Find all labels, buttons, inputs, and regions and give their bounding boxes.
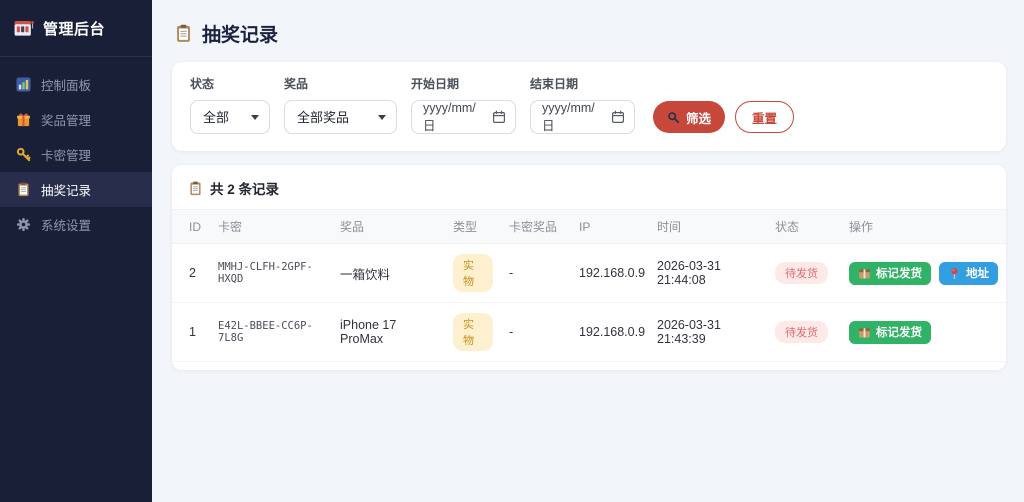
sidebar: 管理后台 控制面板 奖品管理 卡密管理 [0,0,152,502]
cell-time: 2026-03-31 21:43:39 [649,303,767,362]
cell-card-key: MMHJ-CLFH-2GPF-HXQD [210,244,332,303]
cell-id: 2 [172,244,210,303]
page-title-text: 抽奖记录 [202,20,278,47]
magnifier-icon [667,111,680,124]
status-select-wrap: 全部 [190,100,270,134]
cell-card-key: E42L-BBEE-CC6P-7L8G [210,303,332,362]
reset-button[interactable]: 重置 [735,101,794,133]
brand: 管理后台 [0,0,152,57]
col-time: 时间 [649,210,767,244]
type-badge: 实物 [453,313,493,351]
brand-title: 管理后台 [43,18,105,39]
cell-time: 2026-03-31 21:44:08 [649,244,767,303]
mark-shipped-label: 标记发货 [876,265,922,281]
filter-card: 状态 全部 奖品 全部奖品 开始日期 yyyy/mm/日 [172,62,1006,151]
sidebar-nav: 控制面板 奖品管理 卡密管理 抽奖记录 [0,57,152,242]
col-ip: IP [571,210,649,244]
sidebar-item-prizes[interactable]: 奖品管理 [0,102,152,137]
main-content: 抽奖记录 状态 全部 奖品 全部奖品 开始 [152,0,1024,502]
sidebar-item-settings[interactable]: 系统设置 [0,207,152,242]
sidebar-item-dashboard[interactable]: 控制面板 [0,67,152,102]
key-icon [16,147,31,162]
clipboard-icon [174,24,193,43]
calendar-icon[interactable] [611,110,625,124]
cell-ip: 192.168.0.9 [571,244,649,303]
type-badge: 实物 [453,254,493,292]
prize-filter-field: 奖品 全部奖品 [284,75,397,134]
sidebar-item-label: 卡密管理 [41,145,91,164]
end-date-label: 结束日期 [530,75,635,92]
address-label: 地址 [966,265,989,281]
sidebar-item-lottery-records[interactable]: 抽奖记录 [0,172,152,207]
pin-icon [948,267,961,280]
cell-status: 待发货 [767,303,841,362]
cell-ip: 192.168.0.9 [571,303,649,362]
cell-card-prize: - [501,303,571,362]
cell-id: 1 [172,303,210,362]
status-badge: 待发货 [775,321,828,343]
filter-button[interactable]: 筛选 [653,101,725,133]
sidebar-item-label: 控制面板 [41,75,91,94]
records-summary-text: 共 2 条记录 [210,178,279,198]
status-badge: 待发货 [775,262,828,284]
start-date-placeholder: yyyy/mm/日 [423,101,486,134]
cell-type: 实物 [445,303,501,362]
col-id: ID [172,210,210,244]
status-filter-label: 状态 [190,75,270,92]
cell-prize: 一箱饮料 [332,244,445,303]
col-card-key: 卡密 [210,210,332,244]
filter-button-label: 筛选 [686,108,711,127]
col-prize: 奖品 [332,210,445,244]
prize-filter-label: 奖品 [284,75,397,92]
status-select[interactable]: 全部 [190,100,270,134]
sidebar-item-label: 系统设置 [41,215,91,234]
sidebar-item-label: 奖品管理 [41,110,91,129]
prize-select-wrap: 全部奖品 [284,100,397,134]
mark-shipped-label: 标记发货 [876,324,922,340]
records-summary: 共 2 条记录 [172,178,1006,209]
bar-chart-icon [16,77,31,92]
gift-icon [16,112,31,127]
clipboard-icon [16,182,31,197]
gear-icon [16,217,31,232]
mark-shipped-button[interactable]: 标记发货 [849,321,931,344]
table-header-row: ID 卡密 奖品 类型 卡密奖品 IP 时间 状态 操作 [172,210,1006,244]
filter-actions: 筛选 重置 [653,101,794,134]
sidebar-item-card-keys[interactable]: 卡密管理 [0,137,152,172]
cell-prize: iPhone 17 ProMax [332,303,445,362]
end-date-input[interactable]: yyyy/mm/日 [530,100,635,134]
address-button[interactable]: 地址 [939,262,998,285]
start-date-field: 开始日期 yyyy/mm/日 [411,75,516,134]
app-root: 管理后台 控制面板 奖品管理 卡密管理 [0,0,1024,502]
cell-actions: 标记发货 [841,303,1006,362]
end-date-placeholder: yyyy/mm/日 [542,101,605,134]
table-row: 1 E42L-BBEE-CC6P-7L8G iPhone 17 ProMax 实… [172,303,1006,362]
col-status: 状态 [767,210,841,244]
end-date-field: 结束日期 yyyy/mm/日 [530,75,635,134]
cell-type: 实物 [445,244,501,303]
col-actions: 操作 [841,210,1006,244]
prize-select[interactable]: 全部奖品 [284,100,397,134]
records-card: 共 2 条记录 ID 卡密 奖品 类型 卡密奖品 IP 时间 [172,165,1006,370]
cell-status: 待发货 [767,244,841,303]
status-filter-field: 状态 全部 [190,75,270,134]
cell-actions: 标记发货 地址 [841,244,1006,303]
calendar-icon[interactable] [492,110,506,124]
clipboard-icon [188,181,203,196]
cell-card-prize: - [501,244,571,303]
start-date-label: 开始日期 [411,75,516,92]
package-icon [858,326,871,339]
records-table: ID 卡密 奖品 类型 卡密奖品 IP 时间 状态 操作 2 MMHJ-CLFH [172,209,1006,362]
col-card-prize: 卡密奖品 [501,210,571,244]
mark-shipped-button[interactable]: 标记发货 [849,262,931,285]
start-date-input[interactable]: yyyy/mm/日 [411,100,516,134]
table-row: 2 MMHJ-CLFH-2GPF-HXQD 一箱饮料 实物 - 192.168.… [172,244,1006,303]
reset-button-label: 重置 [752,112,777,126]
sidebar-item-label: 抽奖记录 [41,180,91,199]
slot-machine-icon [13,18,34,39]
col-type: 类型 [445,210,501,244]
package-icon [858,267,871,280]
page-title: 抽奖记录 [174,20,1006,47]
